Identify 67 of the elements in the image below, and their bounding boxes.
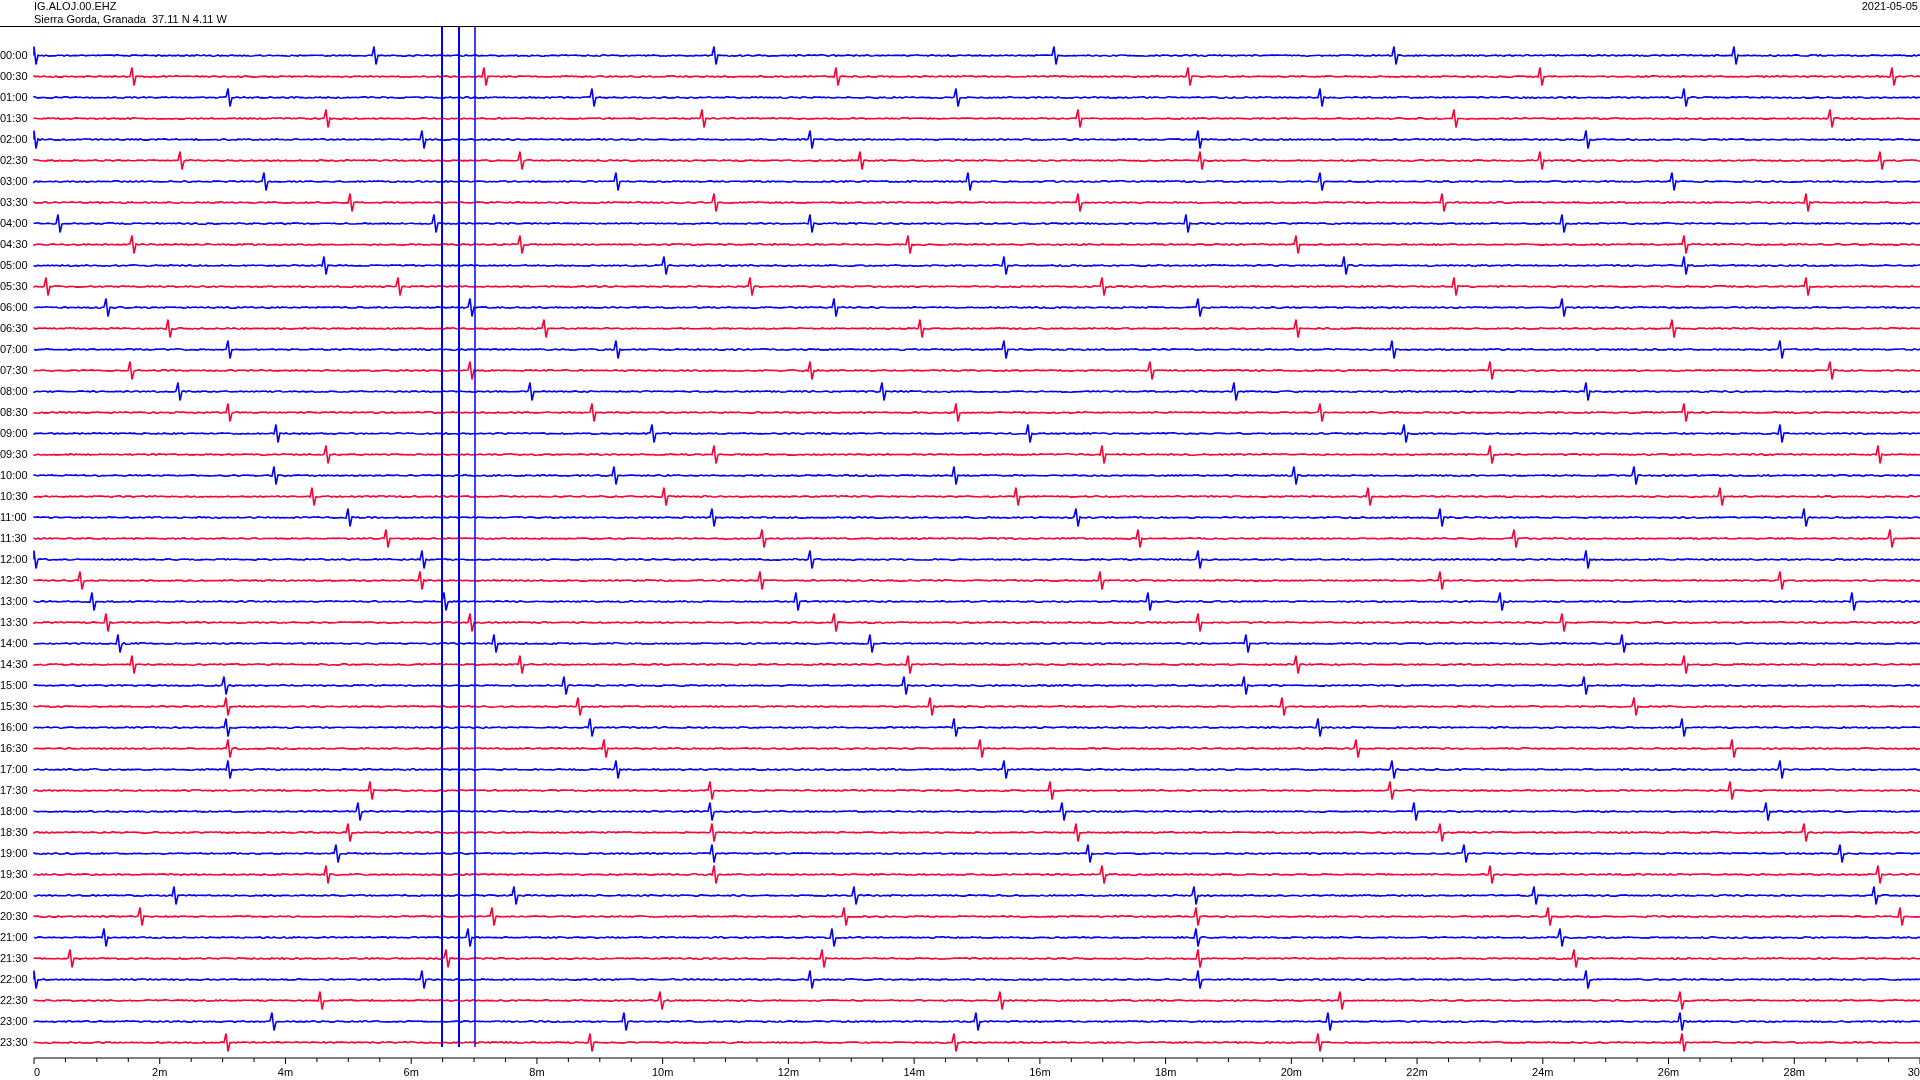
axis-tick-label: 20m — [1280, 1066, 1303, 1078]
time-label: 08:30 — [0, 406, 29, 419]
axis-tick-label: 28m — [1783, 1066, 1805, 1078]
time-label: 18:00 — [0, 805, 29, 818]
axis-tick-label: 8m — [529, 1066, 545, 1078]
time-label: 05:00 — [0, 259, 29, 272]
time-label: 10:00 — [0, 469, 29, 482]
time-label: 06:00 — [0, 301, 29, 314]
axis-tick-label: 4m — [277, 1066, 294, 1078]
time-label: 08:00 — [0, 385, 29, 398]
time-label: 22:00 — [0, 973, 29, 986]
time-label: 00:00 — [0, 49, 29, 62]
time-label: 21:30 — [0, 952, 29, 965]
station-code: IG.ALOJ.00.EHZ — [34, 0, 118, 13]
axis-tick-label: 12m — [777, 1066, 800, 1078]
time-label: 06:30 — [0, 322, 29, 335]
time-label: 04:00 — [0, 217, 29, 230]
time-label: 09:30 — [0, 448, 29, 461]
time-label: 03:30 — [0, 196, 29, 209]
time-label: 13:00 — [0, 595, 29, 608]
plot-date: 2021-05-05 — [1861, 0, 1919, 13]
axis-tick-label: 2m — [152, 1066, 168, 1078]
axis-tick-label: 6m — [403, 1066, 419, 1078]
time-label: 10:30 — [0, 490, 29, 503]
time-label: 16:30 — [0, 742, 29, 755]
axis-tick-label: 18m — [1154, 1066, 1177, 1078]
time-label: 07:30 — [0, 364, 29, 377]
axis-tick-label: 26m — [1657, 1066, 1680, 1078]
axis-tick-label: 22m — [1406, 1066, 1428, 1078]
time-label: 14:00 — [0, 637, 29, 650]
axis-tick-label: 10m — [651, 1066, 674, 1078]
time-label: 02:30 — [0, 154, 29, 167]
time-label: 11:00 — [0, 511, 28, 524]
time-label: 12:00 — [0, 553, 29, 566]
time-label: 12:30 — [0, 574, 29, 587]
time-label: 07:00 — [0, 343, 29, 356]
time-label: 21:00 — [0, 931, 29, 944]
time-label: 16:00 — [0, 721, 29, 734]
time-label: 01:00 — [0, 91, 29, 104]
time-label: 18:30 — [0, 826, 29, 839]
axis-tick-label: 30 — [1907, 1066, 1920, 1078]
station-location: Sierra Gorda, Granada 37.11 N 4.11 W — [34, 13, 227, 26]
time-label: 03:00 — [0, 175, 29, 188]
time-label: 09:00 — [0, 427, 29, 440]
time-label: 23:30 — [0, 1036, 29, 1049]
time-label: 15:00 — [0, 679, 29, 692]
axis-tick-label: 16m — [1029, 1066, 1051, 1078]
axis-tick-label: 0 — [34, 1066, 41, 1078]
time-label: 22:30 — [0, 994, 29, 1007]
time-label: 19:00 — [0, 847, 29, 860]
time-label: 14:30 — [0, 658, 29, 671]
time-label: 05:30 — [0, 280, 29, 293]
time-label: 20:00 — [0, 889, 29, 902]
axis-tick-label: 24m — [1532, 1066, 1554, 1078]
time-label: 17:30 — [0, 784, 29, 797]
time-label: 02:00 — [0, 133, 29, 146]
time-label: 04:30 — [0, 238, 29, 251]
time-label: 19:30 — [0, 868, 29, 881]
time-label: 17:00 — [0, 763, 29, 776]
time-label: 11:30 — [0, 532, 28, 545]
time-label: 23:00 — [0, 1015, 29, 1028]
axis-tick-label: 14m — [903, 1066, 925, 1078]
time-label: 13:30 — [0, 616, 29, 629]
time-label: 00:30 — [0, 70, 29, 83]
time-label: 20:30 — [0, 910, 29, 923]
time-label: 01:30 — [0, 112, 29, 125]
time-label: 15:30 — [0, 700, 29, 713]
